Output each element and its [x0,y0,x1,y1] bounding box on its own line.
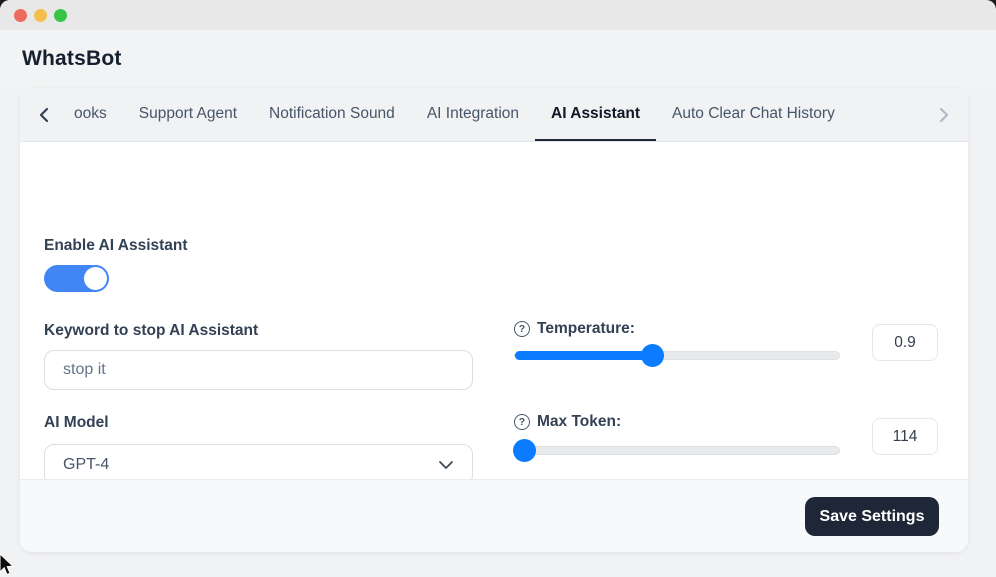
temperature-slider-thumb[interactable] [641,344,664,367]
enable-ai-assistant-label: Enable AI Assistant [44,237,188,255]
max-token-label-row: ? Max Token: [514,413,621,431]
card-footer: Save Settings [20,479,968,552]
max-token-help-icon[interactable]: ? [514,414,530,430]
ai-model-selected-value: GPT-4 [63,456,109,474]
temperature-value-box[interactable]: 0.9 [872,324,938,361]
temperature-label-row: ? Temperature: [514,320,635,338]
app-header: WhatsBot [0,30,996,88]
temperature-slider[interactable] [514,351,840,360]
max-token-slider-thumb[interactable] [513,439,536,462]
chevron-down-icon [438,460,454,470]
app-window: WhatsBot ooks Support Agent Notification… [0,0,996,577]
save-settings-button[interactable]: Save Settings [805,497,939,536]
max-token-value-box[interactable]: 114 [872,418,938,455]
tab-webhooks[interactable]: ooks [58,88,123,141]
zoom-button[interactable] [54,9,67,22]
temperature-slider-fill [515,351,653,360]
ai-model-label: AI Model [44,414,109,432]
tab-notification-sound[interactable]: Notification Sound [253,88,411,141]
tab-auto-clear-chat-history[interactable]: Auto Clear Chat History [656,88,851,141]
close-button[interactable] [14,9,27,22]
temperature-help-icon[interactable]: ? [514,321,530,337]
max-token-label: Max Token: [537,413,621,431]
tab-bar: ooks Support Agent Notification Sound AI… [20,88,968,142]
max-token-slider[interactable] [514,446,840,455]
mouse-cursor [0,553,18,577]
tabs-scroll-left-button[interactable] [30,88,58,141]
keyword-input[interactable] [44,350,473,390]
tab-ai-integration[interactable]: AI Integration [411,88,535,141]
tab-support-agent[interactable]: Support Agent [123,88,253,141]
enable-ai-assistant-toggle[interactable] [44,265,109,292]
page-title: WhatsBot [22,47,122,71]
settings-card: ooks Support Agent Notification Sound AI… [20,88,968,552]
titlebar [0,0,996,30]
max-token-slider-fill [515,446,525,455]
minimize-button[interactable] [34,9,47,22]
chevron-right-icon [938,107,950,123]
chevron-left-icon [38,107,50,123]
keyword-label: Keyword to stop AI Assistant [44,322,258,340]
tabs-scroll-right-button[interactable] [930,88,958,141]
tab-ai-assistant[interactable]: AI Assistant [535,88,656,141]
toggle-knob [84,267,107,290]
temperature-label: Temperature: [537,320,635,338]
